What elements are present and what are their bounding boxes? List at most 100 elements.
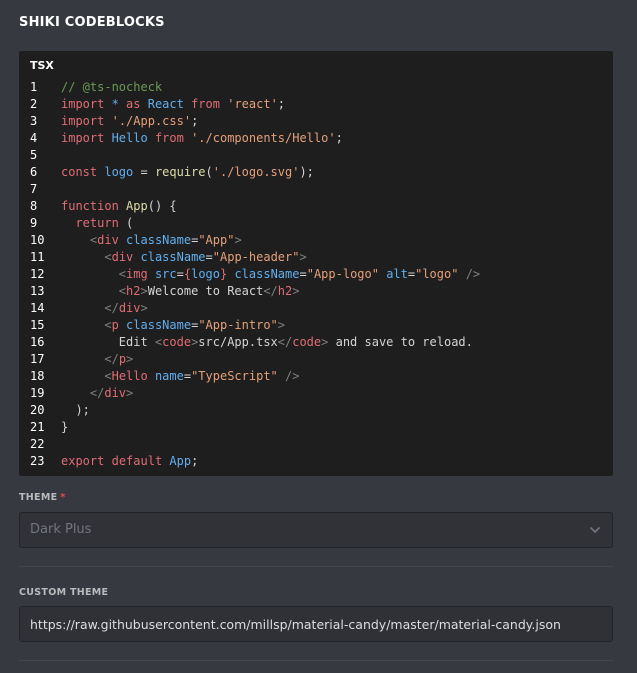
line-content: </div>	[61, 385, 613, 402]
code-token: >	[140, 301, 148, 315]
code-token: div	[111, 250, 134, 264]
line-number: 4	[30, 131, 38, 145]
code-token: {	[183, 267, 192, 281]
line-number: 10	[30, 233, 45, 247]
code-token: require	[154, 165, 206, 179]
code-line: 19 </div>	[19, 385, 613, 402]
line-number: 3	[30, 114, 38, 128]
code-token: ;	[277, 97, 286, 111]
code-token: >	[234, 233, 242, 247]
line-content: <img src={logo} className="App-logo" alt…	[61, 266, 613, 283]
theme-label-text: THEME	[19, 492, 58, 503]
line-content: );	[61, 402, 613, 419]
code-token: src	[147, 267, 177, 281]
code-token: img	[126, 267, 148, 281]
code-token: './logo.svg'	[212, 165, 300, 179]
line-content	[61, 436, 613, 453]
code-line: 3 import './App.css';	[19, 113, 613, 130]
code-line: 1 // @ts-nocheck	[19, 79, 613, 96]
code-token: );	[299, 165, 314, 179]
chevron-down-icon	[590, 527, 600, 533]
code-token: return	[75, 216, 119, 230]
code-line: 10 <div className="App">	[19, 232, 613, 249]
code-line: 22	[19, 436, 613, 453]
code-token: () {	[147, 199, 177, 213]
code-language-label: TSX	[30, 59, 54, 72]
code-token: />	[277, 369, 300, 383]
line-number: 23	[30, 454, 45, 468]
theme-select-value: Dark Plus	[30, 522, 92, 537]
code-token: p	[111, 318, 119, 332]
line-content	[61, 181, 613, 198]
code-token: alt	[378, 267, 408, 281]
line-content	[61, 147, 613, 164]
divider	[19, 660, 613, 661]
code-token: and save to reload.	[328, 335, 473, 349]
line-content: import * as React from 'react';	[61, 96, 613, 113]
line-number: 19	[30, 386, 45, 400]
code-token: h2	[126, 284, 141, 298]
code-token: src/App.tsx	[198, 335, 278, 349]
code-token: className	[118, 318, 192, 332]
line-number: 1	[30, 80, 38, 94]
code-token: code	[162, 335, 192, 349]
custom-theme-input[interactable]	[19, 606, 613, 642]
code-line: 23 export default App;	[19, 453, 613, 470]
code-token: import	[61, 114, 105, 128]
code-token: );	[61, 403, 90, 417]
code-token: =	[176, 267, 184, 281]
code-token: logo	[97, 165, 141, 179]
theme-select[interactable]: Dark Plus	[19, 512, 613, 548]
code-token: =	[183, 369, 192, 383]
code-line: 4 import Hello from './components/Hello';	[19, 130, 613, 147]
code-token: ;	[335, 131, 343, 145]
code-token: *	[104, 97, 127, 111]
code-token: ;	[191, 114, 199, 128]
code-token: div	[104, 386, 127, 400]
code-token: className	[227, 267, 300, 281]
code-line: 14 </div>	[19, 300, 613, 317]
line-number: 15	[30, 318, 45, 332]
code-line: 9 return (	[19, 215, 613, 232]
code-token: className	[133, 250, 206, 264]
code-line: 13 <h2>Welcome to React</h2>	[19, 283, 613, 300]
code-token: <	[118, 284, 127, 298]
code-token: const	[61, 165, 98, 179]
code-token: logo	[191, 267, 220, 281]
code-token: default	[111, 454, 163, 468]
theme-label: THEME *	[19, 492, 66, 503]
code-token: </	[104, 352, 119, 366]
line-number: 14	[30, 301, 45, 315]
code-token: =	[299, 267, 307, 281]
code-token: >	[126, 352, 134, 366]
code-token: (	[118, 216, 134, 230]
code-token: >	[299, 250, 307, 264]
code-token: from	[154, 131, 184, 145]
code-token: "App-header"	[212, 250, 300, 264]
code-token: name	[147, 369, 184, 383]
line-content: <h2>Welcome to React</h2>	[61, 283, 613, 300]
code-token: "TypeScript"	[191, 369, 278, 383]
line-content: function App() {	[61, 198, 613, 215]
code-token: export	[61, 454, 105, 468]
custom-theme-label: CUSTOM THEME	[19, 587, 109, 598]
code-token: "logo"	[415, 267, 459, 281]
line-content: import Hello from './components/Hello';	[61, 130, 613, 147]
line-number: 9	[30, 216, 38, 230]
line-number: 22	[30, 437, 45, 451]
line-content: export default App;	[61, 453, 613, 470]
code-lines: 1 // @ts-nocheck 2 import * as React from '…	[19, 79, 613, 470]
code-token: import	[61, 131, 105, 145]
code-token: }	[61, 420, 69, 434]
line-content: // @ts-nocheck	[61, 79, 613, 96]
